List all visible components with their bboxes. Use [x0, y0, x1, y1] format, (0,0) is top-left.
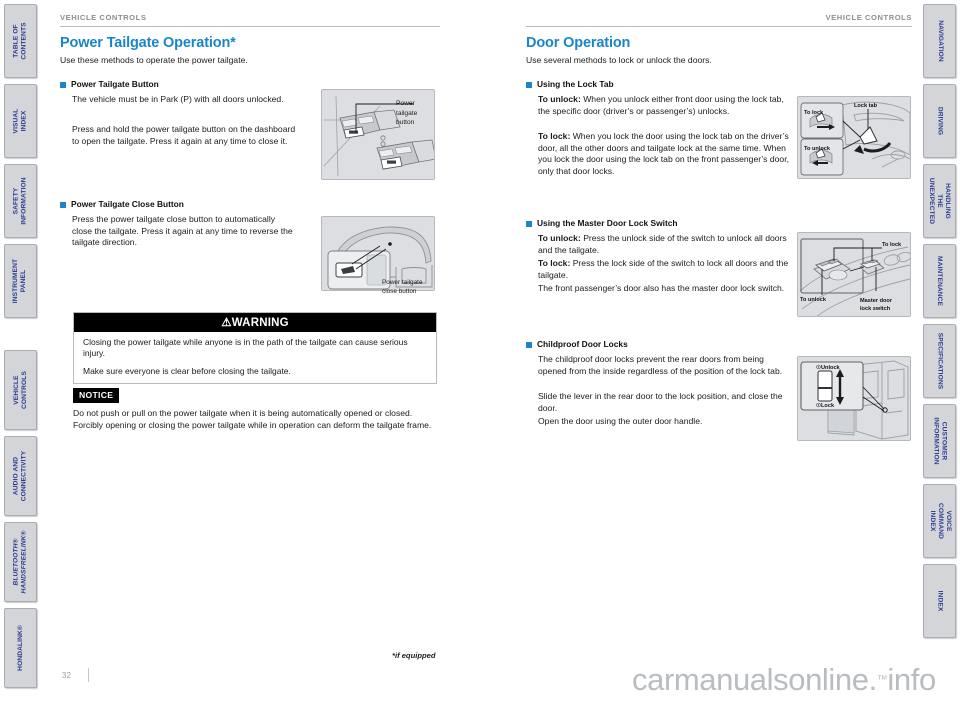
left-tab-3[interactable]: INSTRUMENT PANEL [4, 244, 37, 318]
warning-body: Closing the power tailgate while anyone … [74, 332, 436, 383]
left-tab-label: TABLE OF CONTENTS [12, 22, 28, 60]
para-lock-tab-unlock: To unlock: When you unlock either front … [538, 94, 786, 117]
right-tab-label: DRIVING [936, 106, 944, 136]
right-tab-0[interactable]: NAVIGATION [923, 4, 956, 78]
header-rule-right [526, 26, 912, 27]
right-tab-7[interactable]: INDEX [923, 564, 956, 638]
watermark: carmanualsonline.™info [632, 662, 936, 698]
power-tailgate-button-callout: Power tailgate button [396, 99, 441, 128]
para-power-tailgate-close-button-1: Press the power tailgate close button to… [72, 214, 293, 248]
para-text: Press the lock side of the switch to loc… [538, 258, 789, 280]
warning-box: ⚠WARNING Closing the power tailgate whil… [73, 312, 437, 385]
para-power-tailgate-button-1: The vehicle must be in Park (P) with all… [72, 94, 284, 104]
warning-title: WARNING [231, 317, 289, 329]
page-number-divider [88, 668, 89, 682]
left-tab-6[interactable]: BLUETOOTH® HANDSFREELINK® [4, 522, 37, 602]
para-master-switch-note: The front passenger’s door also has the … [538, 283, 785, 293]
right-tab-1[interactable]: DRIVING [923, 84, 956, 158]
callout-line: close button [382, 287, 417, 295]
para-lock-tab-lock: To lock: When you lock the door using th… [538, 131, 790, 177]
notice-body: Do not push or pull on the power tailgat… [73, 408, 432, 430]
watermark-text: carmanualsonline. [632, 662, 877, 697]
right-tab-3[interactable]: MAINTENANCE [923, 244, 956, 318]
left-tab-label: BLUETOOTH® HANDSFREELINK® [12, 530, 28, 594]
left-tab-0[interactable]: TABLE OF CONTENTS [4, 4, 37, 78]
right-tab-label: INDEX [936, 590, 944, 612]
warning-title-bar: ⚠WARNING [74, 313, 436, 332]
left-tab-label: VISUAL INDEX [12, 108, 28, 134]
warning-symbol-icon: ⚠ [221, 317, 232, 329]
running-head-left: VEHICLE CONTROLS [60, 13, 147, 22]
callout-line: button [396, 119, 415, 126]
svg-text:To lock: To lock [882, 242, 902, 248]
master-door-lock-switch-figure: To lock To unlock Master door lock switc… [797, 232, 911, 317]
svg-text:To unlock: To unlock [800, 297, 827, 303]
subhead-power-tailgate-button: Power Tailgate Button [60, 79, 159, 89]
right-tab-4[interactable]: SPECIFICATIONS [923, 324, 956, 398]
watermark-tm: ™ [876, 674, 888, 686]
para-lead: To unlock: [538, 94, 581, 104]
childproof-door-lock-figure: ☉Unlock ☉Lock [797, 356, 911, 441]
callout-line: Power [396, 100, 415, 107]
right-tab-label: HANDLING THE UNEXPECTED [928, 177, 952, 225]
left-tab-rail: TABLE OF CONTENTS VISUAL INDEX SAFETY INFO… [0, 0, 40, 703]
left-tab-2[interactable]: SAFETY INFORMATION [4, 164, 37, 238]
left-tab-label: SAFETY INFORMATION [12, 177, 28, 225]
footnote-if-equipped: *if equipped [392, 651, 436, 660]
lede-right: Use several methods to lock or unlock th… [526, 55, 712, 65]
right-tab-6[interactable]: VOICE COMMAND INDEX [923, 484, 956, 558]
svg-text:☉Unlock: ☉Unlock [816, 364, 841, 371]
left-tab-label: VEHICLE CONTROLS [12, 371, 28, 409]
svg-text:☉Lock: ☉Lock [816, 402, 835, 409]
warning-paragraph: Make sure everyone is clear before closi… [83, 365, 291, 376]
left-tab-5[interactable]: AUDIO AND CONNECTIVITY [4, 436, 37, 516]
power-tailgate-close-button-callout: Power tailgate close button [382, 279, 444, 296]
para-power-tailgate-button-2: Press and hold the power tailgate button… [72, 124, 296, 146]
page-title-left: Power Tailgate Operation* [60, 35, 236, 51]
svg-text:Master door: Master door [860, 298, 893, 304]
warning-paragraph: Closing the power tailgate while anyone … [83, 337, 408, 359]
header-rule-left [60, 26, 440, 27]
callout-line: tailgate [396, 109, 418, 117]
para-childproof-1: The childproof door locks prevent the re… [538, 354, 783, 376]
para-master-switch-lock: To lock: Press the lock side of the swit… [538, 258, 790, 281]
lede-left: Use these methods to operate the power t… [60, 55, 248, 65]
lock-tab-figure: To lock To unlock Lock tab [797, 96, 911, 179]
left-tab-label: HONDALINK® [16, 625, 24, 671]
right-tab-label: CUSTOMER INFORMATION [932, 417, 948, 465]
left-tab-7[interactable]: HONDALINK® [4, 608, 37, 688]
left-tab-4[interactable]: VEHICLE CONTROLS [4, 350, 37, 430]
right-tab-label: VOICE COMMAND INDEX [928, 503, 952, 540]
left-tab-label: AUDIO AND CONNECTIVITY [12, 450, 28, 502]
para-childproof-3: Open the door using the outer door handl… [538, 416, 703, 426]
subhead-master-door-lock-switch: Using the Master Door Lock Switch [526, 218, 678, 228]
svg-text:lock switch: lock switch [860, 306, 891, 312]
para-lead: To unlock: [538, 233, 581, 243]
right-tab-2[interactable]: HANDLING THE UNEXPECTED [923, 164, 956, 238]
running-head-right: VEHICLE CONTROLS [825, 13, 912, 22]
para-childproof-2: Slide the lever in the rear door to the … [538, 391, 783, 413]
svg-text:To lock: To lock [804, 110, 824, 116]
left-tab-label: INSTRUMENT PANEL [12, 258, 28, 304]
left-tab-1[interactable]: VISUAL INDEX [4, 84, 37, 158]
subhead-using-the-lock-tab: Using the Lock Tab [526, 79, 614, 89]
right-tab-5[interactable]: CUSTOMER INFORMATION [923, 404, 956, 478]
para-text: When you lock the door using the lock ta… [538, 131, 789, 176]
subhead-power-tailgate-close-button: Power Tailgate Close Button [60, 199, 184, 209]
para-master-switch-unlock: To unlock: Press the unlock side of the … [538, 233, 790, 256]
page-number: 32 [62, 671, 71, 680]
svg-text:Lock tab: Lock tab [854, 103, 878, 109]
para-lead: To lock: [538, 131, 571, 141]
right-tab-label: MAINTENANCE [936, 255, 944, 307]
right-tab-rail: NAVIGATION DRIVING HANDLING THE UNEXPECTED… [920, 0, 960, 703]
svg-text:To unlock: To unlock [804, 146, 831, 152]
manual-page: TABLE OF CONTENTS VISUAL INDEX SAFETY INFO… [0, 0, 960, 703]
page-title-right: Door Operation [526, 35, 631, 51]
notice-tag: NOTICE [73, 388, 120, 403]
right-tab-label: SPECIFICATIONS [936, 332, 944, 390]
para-lead: To lock: [538, 258, 571, 268]
subhead-childproof-door-locks: Childproof Door Locks [526, 339, 628, 349]
callout-line: Power tailgate [382, 279, 423, 286]
right-tab-label: NAVIGATION [936, 20, 944, 62]
